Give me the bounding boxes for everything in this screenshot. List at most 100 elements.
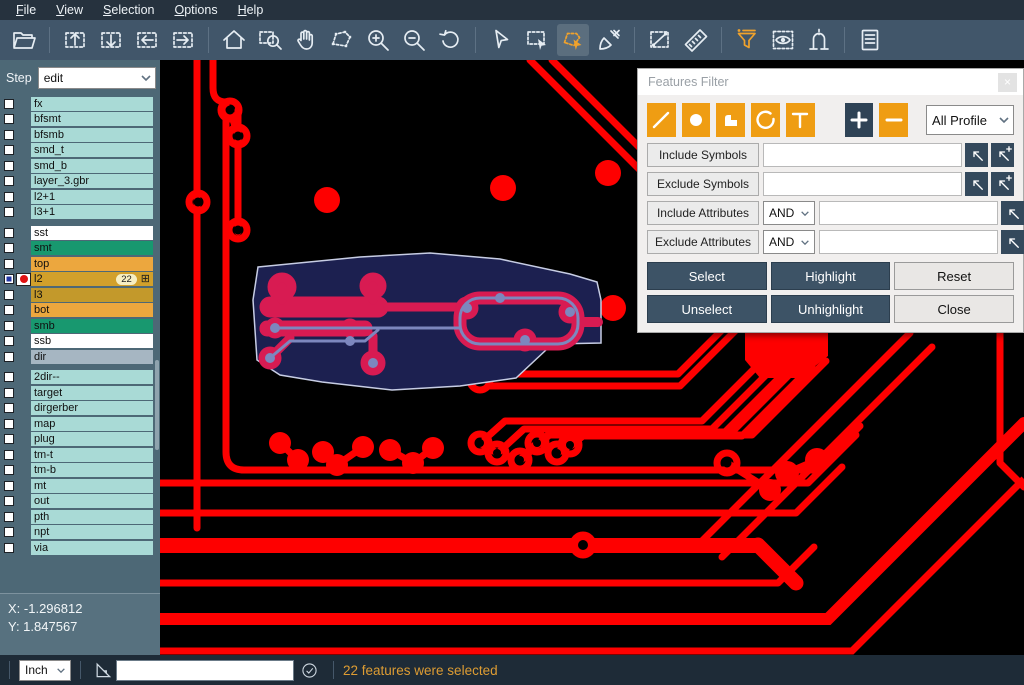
layer-visibility-checkbox[interactable] [4, 352, 14, 362]
layer-visibility-checkbox[interactable] [4, 527, 14, 537]
layer-visibility-checkbox[interactable] [4, 496, 14, 506]
layer-visibility-checkbox[interactable] [4, 290, 14, 300]
layer-visibility-checkbox[interactable] [4, 145, 14, 155]
layer-visibility-checkbox[interactable] [4, 512, 14, 522]
layer-row-smd_b[interactable]: smd_b [0, 158, 160, 174]
view-options-button[interactable] [767, 24, 799, 56]
surface-tool-button[interactable] [716, 103, 745, 137]
layer-visibility-checkbox[interactable] [4, 228, 14, 238]
layer-row-bfsmt[interactable]: bfsmt [0, 112, 160, 128]
layer-row-dir[interactable]: dir [0, 349, 160, 365]
layer-visibility-checkbox[interactable] [4, 388, 14, 398]
layer-row-via[interactable]: via [0, 540, 160, 556]
layer-visibility-checkbox[interactable] [4, 450, 14, 460]
pick-symbol-button[interactable] [965, 143, 988, 167]
include-attributes-button[interactable]: Include Attributes [647, 201, 759, 225]
zoom-out-button[interactable] [398, 24, 430, 56]
include-symbols-field[interactable] [763, 143, 962, 167]
layer-row-l2[interactable]: l222⊞ [0, 272, 160, 288]
layer-visibility-checkbox[interactable] [4, 419, 14, 429]
pick-attribute-button[interactable] [1001, 230, 1024, 254]
add-filter-button[interactable] [845, 103, 874, 137]
open-file-button[interactable] [8, 24, 40, 56]
unhighlight-button[interactable]: Unhighlight [771, 295, 891, 323]
command-input[interactable] [116, 660, 294, 681]
layer-visibility-checkbox[interactable] [4, 161, 14, 171]
select-button[interactable]: Select [647, 262, 767, 290]
pick-add-symbol-button[interactable] [991, 143, 1014, 167]
close-icon[interactable]: × [998, 73, 1017, 92]
layer-row-layer_3.gbr[interactable]: layer_3.gbr [0, 174, 160, 190]
layer-row-ssb[interactable]: ssb [0, 334, 160, 350]
unselect-button[interactable]: Unselect [647, 295, 767, 323]
layer-row-bfsmb[interactable]: bfsmb [0, 127, 160, 143]
layer-row-top[interactable]: top [0, 256, 160, 272]
zoom-window-button[interactable] [254, 24, 286, 56]
view-right-button[interactable] [167, 24, 199, 56]
layer-row-2dir--[interactable]: 2dir-- [0, 370, 160, 386]
select-pointer-button[interactable] [485, 24, 517, 56]
layer-row-smt[interactable]: smt [0, 241, 160, 257]
layer-row-sst[interactable]: sst [0, 225, 160, 241]
layer-row-bot[interactable]: bot [0, 303, 160, 319]
layer-row-tm-t[interactable]: tm-t [0, 447, 160, 463]
layer-visibility-checkbox[interactable] [4, 372, 14, 382]
include-logic-select[interactable]: AND [763, 201, 815, 225]
close-button[interactable]: Close [894, 295, 1014, 323]
layer-visibility-checkbox[interactable] [4, 481, 14, 491]
sidebar-scrollbar[interactable] [155, 360, 159, 450]
zoom-polygon-button[interactable] [326, 24, 358, 56]
layer-row-map[interactable]: map [0, 416, 160, 432]
layer-visibility-checkbox[interactable] [4, 192, 14, 202]
highlight-button[interactable]: Highlight [771, 262, 891, 290]
measure-ruler-button[interactable] [680, 24, 712, 56]
layer-row-fx[interactable]: fx [0, 96, 160, 112]
layer-visibility-checkbox[interactable] [4, 305, 14, 315]
view-down-button[interactable] [95, 24, 127, 56]
layer-visibility-checkbox[interactable] [4, 465, 14, 475]
line-tool-button[interactable] [647, 103, 676, 137]
layer-visibility-checkbox[interactable] [4, 130, 14, 140]
layer-row-l3+1[interactable]: l3+1 [0, 205, 160, 221]
exclude-logic-select[interactable]: AND [763, 230, 815, 254]
layer-row-pth[interactable]: pth [0, 509, 160, 525]
layer-visibility-checkbox[interactable] [4, 99, 14, 109]
pick-symbol-button[interactable] [965, 172, 988, 196]
pad-tool-button[interactable] [682, 103, 711, 137]
exclude-attributes-field[interactable] [819, 230, 998, 254]
text-tool-button[interactable] [786, 103, 815, 137]
layer-visibility-checkbox[interactable] [4, 114, 14, 124]
arc-tool-button[interactable] [751, 103, 780, 137]
snap-mode-button[interactable] [803, 24, 835, 56]
menu-item-file[interactable]: File [6, 1, 46, 19]
dialog-titlebar[interactable]: Features Filter × [638, 69, 1023, 95]
include-symbols-button[interactable]: Include Symbols [647, 143, 759, 167]
pick-add-symbol-button[interactable] [991, 172, 1014, 196]
menu-item-view[interactable]: View [46, 1, 93, 19]
layer-row-smd_t[interactable]: smd_t [0, 143, 160, 159]
select-polygon-button[interactable] [557, 24, 589, 56]
layer-visibility-checkbox[interactable] [4, 243, 14, 253]
measure-distance-button[interactable] [644, 24, 676, 56]
menu-item-selection[interactable]: Selection [93, 1, 164, 19]
features-filter-button[interactable] [731, 24, 763, 56]
layer-visibility-checkbox[interactable] [4, 434, 14, 444]
layer-visibility-checkbox[interactable] [4, 259, 14, 269]
menu-item-options[interactable]: Options [164, 1, 227, 19]
exclude-symbols-button[interactable]: Exclude Symbols [647, 172, 759, 196]
layer-row-tm-b[interactable]: tm-b [0, 463, 160, 479]
layer-visibility-checkbox[interactable] [4, 543, 14, 553]
layer-row-dirgerber[interactable]: dirgerber [0, 401, 160, 417]
refresh-check-button[interactable] [294, 661, 324, 680]
layer-visibility-checkbox[interactable] [4, 336, 14, 346]
layer-row-plug[interactable]: plug [0, 432, 160, 448]
layer-visibility-checkbox[interactable] [4, 403, 14, 413]
view-left-button[interactable] [131, 24, 163, 56]
pick-attribute-button[interactable] [1001, 201, 1024, 225]
layer-row-mt[interactable]: mt [0, 478, 160, 494]
select-window-button[interactable] [521, 24, 553, 56]
step-select[interactable]: edit [38, 67, 156, 89]
layer-row-l2+1[interactable]: l2+1 [0, 189, 160, 205]
layer-row-out[interactable]: out [0, 494, 160, 510]
layer-row-smb[interactable]: smb [0, 318, 160, 334]
